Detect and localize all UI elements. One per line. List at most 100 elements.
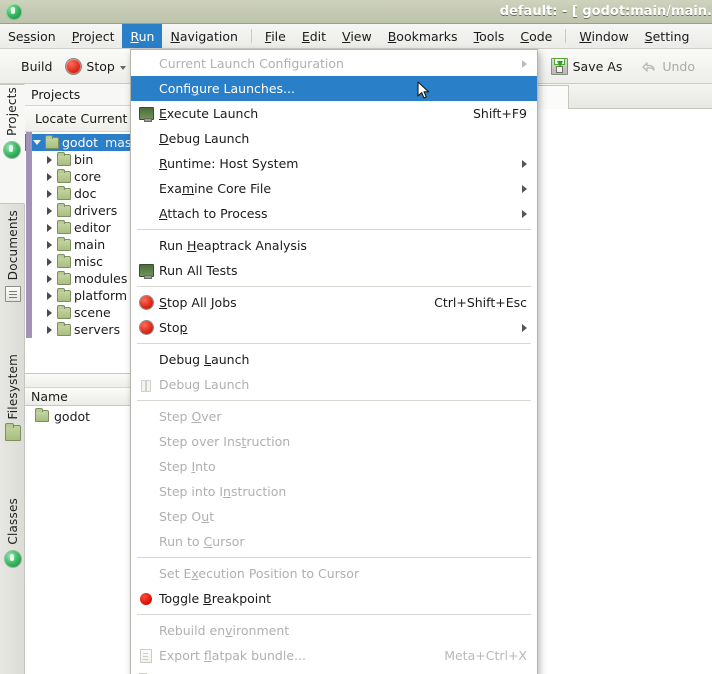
tree-item-core[interactable]: core (25, 168, 139, 185)
save-icon (551, 58, 568, 75)
menubar-divider-2 (565, 29, 566, 43)
tree-item-drivers[interactable]: drivers (25, 202, 139, 219)
list-item[interactable]: godot (25, 406, 139, 426)
sidebar-item-classes[interactable]: Classes (0, 496, 25, 606)
chevron-right-icon[interactable] (45, 274, 54, 283)
menu-item-execute-launch[interactable]: Execute Launch Shift+F9 (131, 101, 537, 126)
tree-item-modules-label: modules (74, 271, 127, 286)
no-icon (137, 131, 155, 147)
stop-button[interactable]: Stop (59, 56, 132, 77)
stop-label: Stop (86, 59, 114, 74)
build-button[interactable]: Build (14, 56, 59, 77)
menu-item-stop-label: Stop (159, 320, 187, 335)
tree-item-main[interactable]: main (25, 236, 139, 253)
menubar-item-navigation[interactable]: Navigation (162, 24, 245, 48)
tree-item-editor[interactable]: editor (25, 219, 139, 236)
chevron-right-icon[interactable] (45, 308, 54, 317)
chevron-right-icon[interactable] (45, 155, 54, 164)
menubar-item-settings[interactable]: Setting (637, 24, 698, 48)
filesystem-row-label: godot (54, 409, 90, 424)
sidebar-item-documents[interactable]: Documents (0, 208, 25, 348)
menu-item-toggle-breakpoint[interactable]: Toggle Breakpoint (131, 586, 537, 611)
tree-item-bin[interactable]: bin (25, 151, 139, 168)
folder-icon (57, 222, 71, 234)
folder-icon (5, 425, 21, 441)
menubar-item-project[interactable]: Project (64, 24, 123, 48)
tree-item-godot-label: godot (62, 135, 98, 150)
sidebar-item-filesystem[interactable]: Filesystem (0, 352, 25, 492)
chevron-down-icon[interactable] (120, 66, 126, 70)
menubar-item-window[interactable]: Window (571, 24, 636, 48)
sidebar-item-projects[interactable]: Projects (0, 84, 25, 204)
tree-item-modules[interactable]: modules (25, 270, 139, 287)
chevron-right-icon[interactable] (45, 206, 54, 215)
menu-item-rebuild-environment-label: Rebuild environment (159, 623, 289, 638)
menu-item-current-launch-configuration-label: Current Launch Configuration (159, 56, 344, 71)
chevron-right-icon[interactable] (45, 189, 54, 198)
stop-icon (66, 59, 81, 74)
menu-item-run-to-cursor: Run to Cursor (131, 529, 537, 554)
projects-panel-header: Projects (25, 84, 139, 106)
menu-item-configure-launches-label: Configure Launches... (159, 81, 295, 96)
menubar-item-file[interactable]: File (257, 24, 294, 48)
folder-icon (57, 171, 71, 183)
menu-item-attach-to-process-label: Attach to Process (159, 206, 268, 221)
folder-icon (57, 239, 71, 251)
chevron-right-icon[interactable] (45, 257, 54, 266)
no-icon (137, 434, 155, 450)
chevron-right-icon[interactable] (45, 172, 54, 181)
tree-item-servers[interactable]: servers (25, 321, 139, 338)
menu-item-interrupt-label: Debug Launch (159, 377, 249, 392)
folder-icon (57, 188, 71, 200)
tree-item-platform[interactable]: platform (25, 287, 139, 304)
menubar-item-session[interactable]: Session (0, 24, 64, 48)
chevron-right-icon[interactable] (45, 240, 54, 249)
menu-item-run-all-tests[interactable]: Run All Tests (131, 258, 537, 283)
menu-item-stop-all-jobs[interactable]: Stop All Jobs Ctrl+Shift+Esc (131, 290, 537, 315)
menubar-item-view[interactable]: View (334, 24, 380, 48)
menu-bar[interactable]: Session Project Run Navigation File Edit… (0, 24, 712, 49)
stop-icon (137, 295, 155, 311)
tree-item-main-label: main (74, 237, 105, 252)
tree-item-misc[interactable]: misc (25, 253, 139, 270)
tree-item-doc[interactable]: doc (25, 185, 139, 202)
sidebar-item-documents-label: Documents (6, 208, 20, 284)
filesystem-column-header[interactable]: Name (25, 388, 139, 406)
menu-item-stop[interactable]: Stop (131, 315, 537, 340)
save-as-label: Save As (573, 59, 623, 74)
no-icon (137, 238, 155, 254)
menu-item-run-heaptrack-analysis[interactable]: Run Heaptrack Analysis (131, 233, 537, 258)
locate-current-button[interactable]: Locate Current (25, 106, 139, 132)
menubar-item-code[interactable]: Code (512, 24, 560, 48)
chevron-right-icon[interactable] (45, 291, 54, 300)
chevron-down-icon[interactable] (33, 138, 42, 147)
sidebar-item-filesystem-label: Filesystem (6, 352, 20, 423)
save-as-button[interactable]: Save As (544, 55, 630, 78)
no-icon (137, 623, 155, 639)
editor-tab-main-cpp[interactable] (535, 85, 569, 109)
chevron-right-icon[interactable] (45, 325, 54, 334)
chevron-right-icon[interactable] (45, 223, 54, 232)
menu-item-debug-launch-top[interactable]: Debug Launch (131, 126, 537, 151)
sidebar-item-classes-label: Classes (6, 496, 20, 549)
file-icon (137, 648, 155, 664)
tree-item-godot[interactable]: godot mas (25, 134, 139, 151)
tree-item-godot-branch: mas (105, 135, 131, 150)
menu-item-debug-launch[interactable]: Debug Launch (131, 347, 537, 372)
menubar-item-bookmarks[interactable]: Bookmarks (380, 24, 466, 48)
project-tree[interactable]: godot mas bin core doc drivers (25, 132, 139, 338)
menu-item-send-to-device: Export flatpak bundle... Meta+Ctrl+E (131, 668, 537, 674)
menubar-item-tools[interactable]: Tools (466, 24, 513, 48)
menubar-item-run[interactable]: Run (122, 24, 162, 48)
menu-item-runtime-host-system[interactable]: Runtime: Host System (131, 151, 537, 176)
menu-item-execute-launch-accel: Shift+F9 (451, 106, 527, 121)
menubar-item-edit[interactable]: Edit (294, 24, 334, 48)
menu-separator (137, 229, 531, 230)
folder-icon (57, 205, 71, 217)
menu-item-examine-core-file[interactable]: Examine Core File (131, 176, 537, 201)
tree-item-core-label: core (74, 169, 101, 184)
menu-item-attach-to-process[interactable]: Attach to Process (131, 201, 537, 226)
menu-item-configure-launches[interactable]: Configure Launches... (131, 76, 537, 101)
run-menu-dropdown[interactable]: Current Launch Configuration Configure L… (130, 49, 538, 674)
tree-item-scene[interactable]: scene (25, 304, 139, 321)
